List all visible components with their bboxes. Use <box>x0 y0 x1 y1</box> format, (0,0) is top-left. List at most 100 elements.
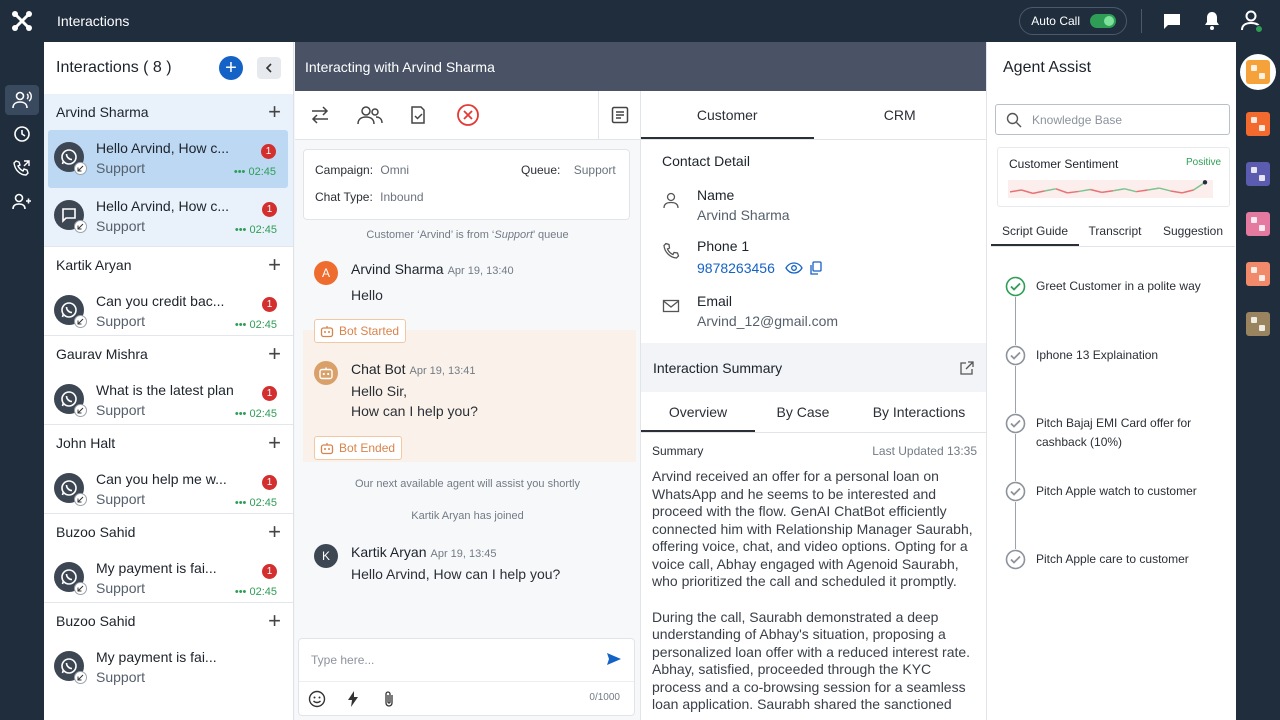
whatsapp-icon <box>54 562 87 595</box>
message-text: Hello <box>351 287 383 303</box>
app-logo-icon[interactable] <box>0 0 44 42</box>
step-text: Pitch Apple care to customer <box>1036 552 1189 566</box>
script-step[interactable]: Pitch Bajaj EMI Card offer for cashback … <box>1005 413 1216 452</box>
script-step[interactable]: Pitch Apple care to customer <box>1005 549 1216 570</box>
send-icon[interactable] <box>606 652 622 671</box>
end-interaction-icon[interactable] <box>456 103 480 127</box>
add-to-group-button[interactable]: + <box>268 608 281 634</box>
tab-suggestion[interactable]: Suggestion <box>1151 219 1235 246</box>
app-icon[interactable] <box>1246 112 1270 136</box>
tab-script-guide[interactable]: Script Guide <box>991 219 1079 246</box>
list-item[interactable]: Hello Arvind, How c... Support 1 ••• 02:… <box>44 188 289 246</box>
tab-crm[interactable]: CRM <box>814 91 987 139</box>
agent-assist-app-icon[interactable] <box>1240 54 1276 90</box>
chevron-left-icon <box>265 63 272 73</box>
step-text: Iphone 13 Explaination <box>1036 348 1159 362</box>
script-step[interactable]: Iphone 13 Explaination <box>1005 345 1216 366</box>
sender-name: Arvind Sharma <box>351 261 444 277</box>
add-to-group-button[interactable]: + <box>268 252 281 278</box>
tab-by-interactions[interactable]: By Interactions <box>851 392 987 432</box>
contacts-nav-icon[interactable] <box>5 187 39 217</box>
bot-started-tag: Bot Started <box>314 319 407 343</box>
contact-group-header[interactable]: John Halt + <box>44 425 293 461</box>
add-interaction-button[interactable]: + <box>219 56 243 80</box>
toggle-switch[interactable] <box>1090 14 1116 28</box>
bot-ended-tag: Bot Ended <box>314 436 403 460</box>
contact-group-header[interactable]: Buzoo Sahid + <box>44 603 293 639</box>
contact-group-header[interactable]: Arvind Sharma + <box>44 94 293 130</box>
contact-group: Buzoo Sahid + My payment is fai... Suppo… <box>44 514 293 603</box>
list-item[interactable]: My payment is fai... Support 1 ••• 02:45 <box>44 550 289 602</box>
message-composer: Type here... 0/1000 <box>298 638 635 716</box>
contact-group-header[interactable]: Gaurav Mishra + <box>44 336 293 372</box>
unread-badge: 1 <box>262 202 277 217</box>
disposition-icon[interactable] <box>406 103 430 127</box>
list-item[interactable]: What is the latest plan Support 1 ••• 02… <box>44 372 289 424</box>
callback-nav-icon[interactable] <box>5 153 39 183</box>
avatar: K <box>314 544 338 568</box>
user-status-icon[interactable] <box>1240 9 1264 33</box>
sentiment-sparkline <box>1008 180 1213 198</box>
check-circle-icon <box>1005 276 1026 297</box>
inbound-arrow-icon <box>74 493 87 506</box>
tab-transcript[interactable]: Transcript <box>1079 219 1151 246</box>
campaign-value: Omni <box>380 163 410 177</box>
robot-icon <box>320 442 334 454</box>
knowledge-base-search[interactable]: Knowledge Base <box>995 104 1230 135</box>
queue-value: Support <box>573 163 616 177</box>
chat-type-value: Inbound <box>380 190 424 204</box>
add-to-group-button[interactable]: + <box>268 519 281 545</box>
app-icon[interactable] <box>1246 212 1270 236</box>
quick-reply-icon[interactable] <box>347 690 359 713</box>
add-to-group-button[interactable]: + <box>268 430 281 456</box>
detail-tabs: Customer CRM <box>641 91 986 140</box>
system-note: Customer ‘Arvind’ is from ‘Support’ queu… <box>366 229 569 241</box>
copy-icon[interactable] <box>809 261 822 275</box>
auto-call-toggle[interactable]: Auto Call <box>1019 7 1127 35</box>
app-icon[interactable] <box>1246 262 1270 286</box>
notes-icon[interactable] <box>608 103 632 127</box>
list-item[interactable]: My payment is fai... Support <box>44 639 289 691</box>
interaction-summary-header: Interaction Summary <box>641 343 987 392</box>
message-input[interactable]: Type here... <box>311 653 374 667</box>
email-label: Email <box>697 293 733 309</box>
contact-group: Gaurav Mishra + What is the latest plan … <box>44 336 293 425</box>
customer-detail-panel: Customer CRM Contact Detail Name Arvind … <box>640 91 987 720</box>
transfer-icon[interactable] <box>308 103 332 127</box>
external-link-icon[interactable] <box>959 360 975 376</box>
summary-meta: Summary Last Updated 13:35 <box>652 444 977 458</box>
list-item[interactable]: Hello Arvind, How c... Support 1 ••• 02:… <box>48 130 288 188</box>
app-icon[interactable] <box>1246 162 1270 186</box>
emoji-icon[interactable] <box>308 690 326 713</box>
add-to-group-button[interactable]: + <box>268 99 281 125</box>
history-nav-icon[interactable] <box>5 119 39 149</box>
list-item[interactable]: Can you credit bac... Support 1 ••• 02:4… <box>44 283 289 335</box>
conference-icon[interactable] <box>356 103 384 127</box>
contact-group-header[interactable]: Buzoo Sahid + <box>44 514 293 550</box>
bell-icon[interactable] <box>1200 9 1224 33</box>
name-label: Name <box>697 187 735 203</box>
add-to-group-button[interactable]: + <box>268 341 281 367</box>
collapse-panel-button[interactable] <box>257 57 281 79</box>
attachment-icon[interactable] <box>383 690 395 713</box>
message-icon[interactable] <box>1160 9 1184 33</box>
robot-icon <box>314 361 338 385</box>
campaign-label: Campaign: <box>315 163 374 177</box>
list-item[interactable]: Can you help me w... Support 1 ••• 02:45 <box>44 461 289 513</box>
tab-customer[interactable]: Customer <box>641 91 814 139</box>
list-title: Interactions ( 8 ) <box>56 59 172 76</box>
step-text: Pitch Bajaj EMI Card offer for cashback … <box>1036 416 1192 449</box>
last-message: Can you credit bac... <box>96 293 225 309</box>
script-step[interactable]: Greet Customer in a polite way <box>1005 276 1216 297</box>
sentiment-value: Positive <box>1185 157 1221 168</box>
interactions-nav-icon[interactable] <box>5 85 39 115</box>
app-icon[interactable] <box>1246 312 1270 336</box>
script-step[interactable]: Pitch Apple watch to customer <box>1005 481 1216 502</box>
contact-group-header[interactable]: Kartik Aryan + <box>44 247 293 283</box>
eye-icon[interactable] <box>785 262 803 274</box>
tab-by-case[interactable]: By Case <box>755 392 851 432</box>
interaction-list-panel: Interactions ( 8 ) + Arvind Sharma + Hel… <box>44 42 294 720</box>
person-icon <box>663 192 679 209</box>
tab-overview[interactable]: Overview <box>641 392 755 432</box>
phone-value[interactable]: 9878263456 <box>697 260 775 276</box>
